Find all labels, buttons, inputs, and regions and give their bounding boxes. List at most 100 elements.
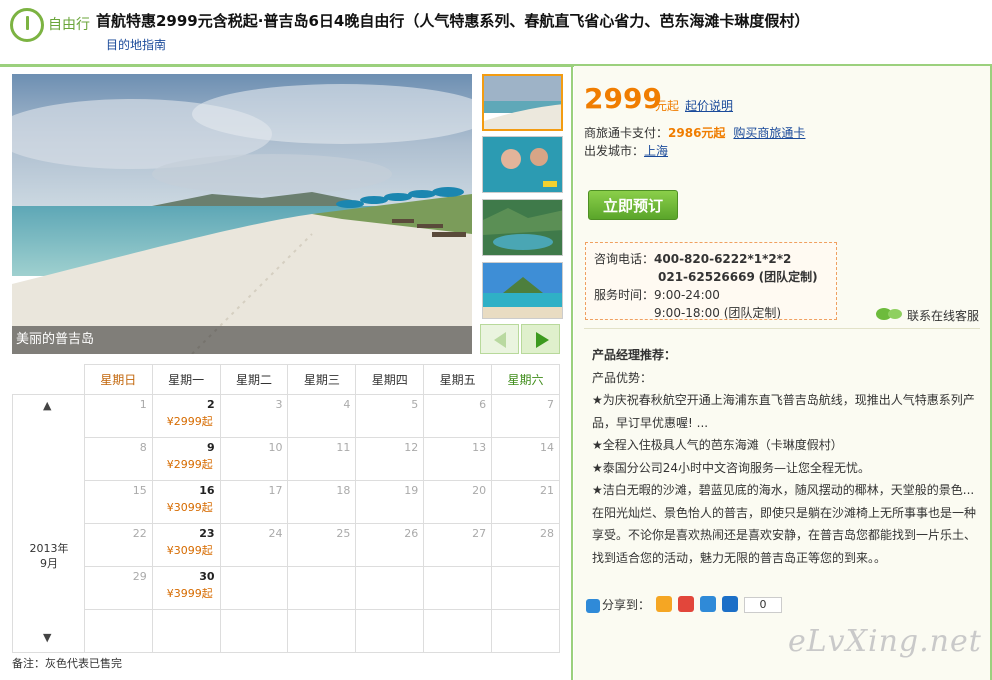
calendar-body: ▲ 2013年 9月 ▼ 1 2 ¥2999起 3 4 5 6 7 8 9 ¥2999起 10 11 12 13 14… [12, 394, 560, 653]
calendar-day-cell: 27 [423, 523, 493, 567]
calendar-day-number: 30 [199, 570, 215, 583]
renren-icon[interactable] [722, 596, 738, 612]
prev-month-button[interactable]: ▲ [43, 399, 51, 412]
consult-hours-2: 9:00-18:00 [654, 306, 720, 320]
gallery-arrows [480, 324, 560, 354]
consult-phone-1: 400-820-6222*1*2*2 [654, 252, 792, 266]
calendar-day-cell: 10 [219, 437, 289, 481]
consult-phone-label: 咨询电话： [594, 252, 655, 266]
card-pay-line: 商旅通卡支付：2986元起 购买商旅通卡 [584, 124, 805, 141]
calendar-day-number: 12 [404, 441, 419, 454]
calendar-day-number: 28 [540, 527, 554, 540]
weekday-mon: 星期一 [151, 364, 221, 395]
island-thumbnail-image [483, 263, 562, 318]
calendar-day-price[interactable]: ¥3999起 [167, 585, 213, 601]
weekday-fri: 星期五 [423, 364, 493, 395]
calendar-day-cell[interactable]: 30 ¥3999起 [151, 566, 221, 610]
calendar-day-number: 10 [268, 441, 283, 454]
consult-phone-line-2: 021-62526669 (团队定制) [658, 268, 818, 285]
calendar-day-number: 23 [199, 527, 215, 540]
calendar-week-row: 15 16 ¥3099起 17 18 19 20 21 [13, 480, 560, 524]
calendar-day-cell [355, 566, 425, 610]
calendar-day-cell[interactable]: 16 ¥3099起 [151, 480, 221, 524]
product-title: 首航特惠2999元含税起·普吉岛6日4晚自由行（人气特惠系列、春航直飞省心省力、… [96, 10, 826, 57]
thumbnail-snorkel[interactable] [482, 136, 563, 193]
calendar-day-price[interactable]: ¥2999起 [167, 413, 213, 429]
start-price: 2999 [584, 82, 662, 115]
calendar-day-number: 25 [336, 527, 351, 540]
calendar-day-price[interactable]: ¥3099起 [167, 542, 213, 558]
calendar-day-cell: 1 [83, 394, 153, 438]
recommend-line-2: ★全程入住极具人气的芭东海滩（卡琳度假村） [592, 438, 843, 452]
recommend-line-1: ★为庆祝春秋航空开通上海浦东直飞普吉岛航线，现推出人气特惠系列产品，早订早优惠喔… [592, 393, 975, 430]
arrow-right-icon [536, 332, 549, 348]
chat-bubble-icon [876, 308, 902, 320]
calendar-day-cell[interactable]: 23 ¥3099起 [151, 523, 221, 567]
calendar-day-cell: 29 [83, 566, 153, 610]
calendar-day-number: 26 [404, 527, 419, 540]
thumbnail-beach[interactable] [482, 74, 563, 131]
calendar-day-number: 7 [547, 398, 554, 411]
calendar-day-number: 22 [132, 527, 147, 540]
calendar-day-number: 4 [343, 398, 351, 411]
card-pay-price: 2986元起 [668, 126, 726, 140]
share-icons [656, 596, 744, 612]
calendar-month-label: 2013年 9月 [27, 541, 71, 571]
calendar-day-cell: 17 [219, 480, 289, 524]
calendar-day-number: 2 [206, 398, 215, 411]
calendar-week-row: 22 23 ¥3099起 24 25 26 27 28 [13, 523, 560, 567]
calendar-month-column: ▲ 2013年 9月 ▼ [12, 394, 85, 653]
book-now-button[interactable]: 立即预订 [588, 190, 678, 220]
price-explain-link[interactable]: 起价说明 [685, 97, 733, 114]
calendar-day-cell [491, 566, 560, 610]
calendar-day-number: 8 [139, 441, 147, 454]
main-photo[interactable]: 美丽的普吉岛 [12, 74, 472, 354]
calendar-day-cell: 5 [355, 394, 425, 438]
calendar-year: 2013年 [29, 542, 69, 555]
calendar-week-row: ▲ 2013年 9月 ▼ 1 2 ¥2999起 3 4 5 6 7 [12, 394, 560, 653]
weibo-icon[interactable] [678, 596, 694, 612]
share-label: 分享到： [602, 598, 651, 612]
calendar-day-number: 9 [206, 441, 215, 454]
consult-team-2: (团队定制) [723, 306, 782, 320]
share-plus-icon[interactable] [586, 598, 600, 613]
online-service-link[interactable]: 联系在线客服 [907, 307, 979, 324]
price-unit: 元起 [655, 99, 680, 113]
share-count: 0 [744, 597, 782, 613]
calendar-corner [13, 365, 85, 395]
consult-box: 咨询电话：400-820-6222*1*2*2 021-62526669 (团队… [585, 242, 837, 320]
buy-card-link[interactable]: 购买商旅通卡 [733, 126, 805, 140]
bay-thumbnail-image [483, 200, 562, 255]
prev-photo-button[interactable] [480, 324, 519, 354]
calendar-day-cell: 8 [83, 437, 153, 481]
product-recommendation: 产品经理推荐： 产品优势： ★为庆祝春秋航空开通上海浦东直飞普吉岛航线，现推出人… [592, 344, 982, 569]
snorkel-thumbnail-image [483, 137, 562, 192]
calendar-day-number: 15 [132, 484, 147, 497]
category-tag: 自由行 [48, 17, 90, 33]
calendar-header-row: 星期日 星期一 星期二 星期三 星期四 星期五 星期六 [13, 364, 560, 395]
calendar-day-cell[interactable]: 9 ¥2999起 [151, 437, 221, 481]
calendar-day-cell: 13 [423, 437, 493, 481]
price-calendar: 星期日 星期一 星期二 星期三 星期四 星期五 星期六 ▲ 2013年 9月 ▼ 1 2 ¥… [12, 364, 560, 653]
calendar-day-cell: 25 [287, 523, 357, 567]
calendar-day-cell [151, 609, 221, 653]
calendar-day-cell: 11 [287, 437, 357, 481]
calendar-day-price[interactable]: ¥3099起 [167, 499, 213, 515]
qzone-icon[interactable] [656, 596, 672, 612]
calendar-day-cell: 14 [491, 437, 560, 481]
thumbnail-bay[interactable] [482, 199, 563, 256]
calendar-day-number: 13 [472, 441, 487, 454]
consult-hours-line: 服务时间：9:00-24:00 [594, 286, 720, 303]
calendar-day-cell: 24 [219, 523, 289, 567]
destination-guide-link[interactable]: 目的地指南 [106, 38, 166, 52]
calendar-day-cell [83, 609, 153, 653]
tencent-weibo-icon[interactable] [700, 596, 716, 612]
calendar-day-number: 19 [404, 484, 419, 497]
next-photo-button[interactable] [521, 324, 560, 354]
calendar-day-price[interactable]: ¥2999起 [167, 456, 213, 472]
calendar-day-cell [219, 609, 289, 653]
next-month-button[interactable]: ▼ [43, 631, 51, 644]
thumbnail-island[interactable] [482, 262, 563, 319]
calendar-day-cell[interactable]: 2 ¥2999起 [151, 394, 221, 438]
departure-city-link[interactable]: 上海 [644, 144, 668, 158]
